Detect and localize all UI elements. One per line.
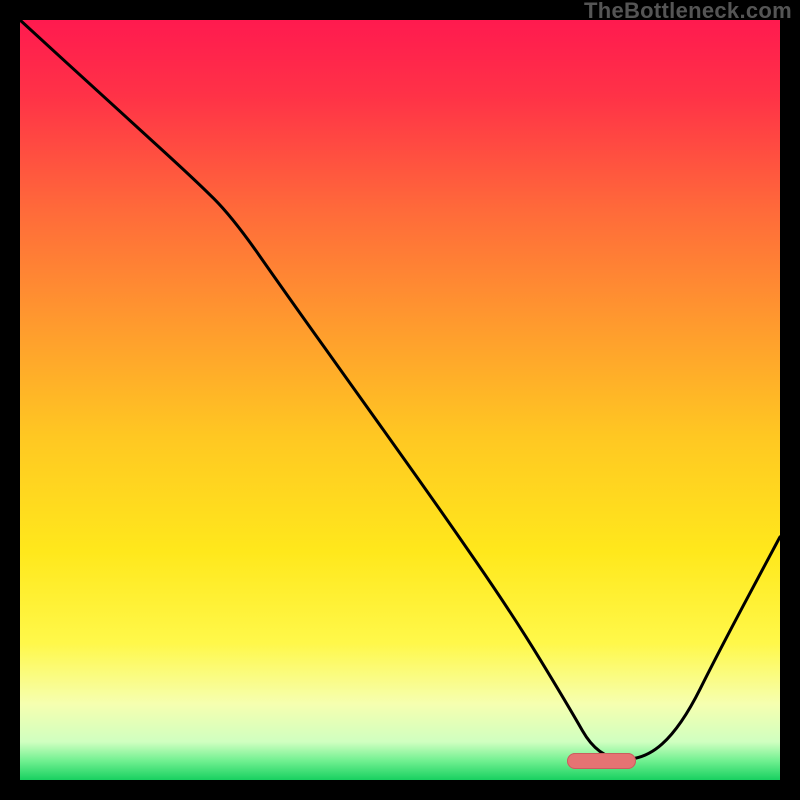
optimal-marker (567, 753, 635, 770)
chart-line-layer (0, 0, 800, 800)
bottleneck-curve-path (20, 20, 780, 759)
